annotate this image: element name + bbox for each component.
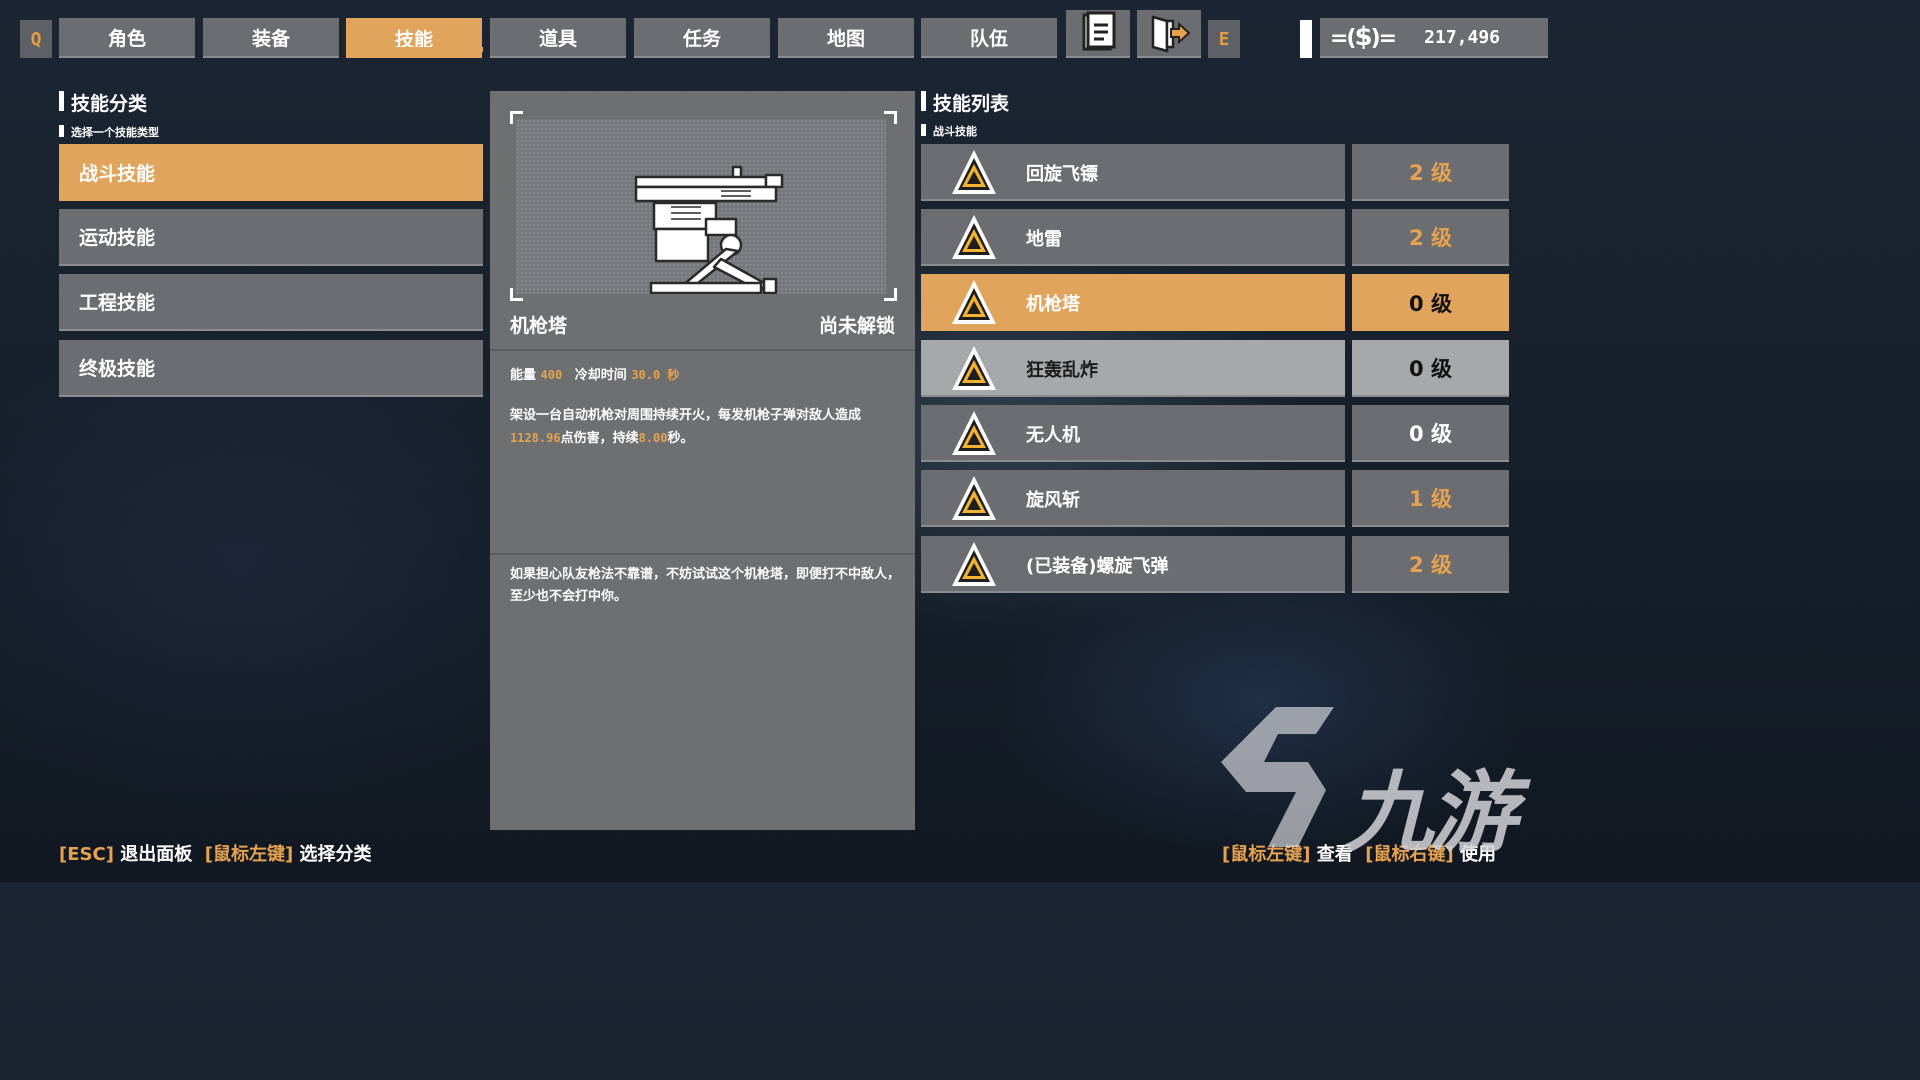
skill-triangle-icon bbox=[952, 476, 996, 520]
divider bbox=[490, 349, 915, 351]
desc-text: 架设一台自动机枪对周围持续开火，每发机枪子弹对敌人造成 bbox=[510, 408, 862, 423]
skill-name-label: 机枪塔 bbox=[1026, 293, 1080, 315]
tab-character[interactable]: 角色 bbox=[59, 18, 195, 58]
frame-corner bbox=[884, 288, 897, 301]
notes-button[interactable] bbox=[1066, 10, 1130, 58]
skill-row[interactable]: 地雷 bbox=[921, 209, 1345, 266]
skill-row[interactable]: 机枪塔 bbox=[921, 274, 1345, 331]
frame-corner bbox=[510, 111, 523, 124]
frame-corner bbox=[884, 111, 897, 124]
currency-display: =($)= 217,496 bbox=[1320, 18, 1548, 58]
skill-detail-panel: 机枪塔 尚未解锁 能量 400 冷却时间 30.0 秒 架设一台自动机枪对周围持… bbox=[490, 91, 915, 830]
skill-row[interactable]: 无人机 bbox=[921, 405, 1345, 462]
skill-name-label: (已装备)螺旋飞弹 bbox=[1026, 555, 1169, 577]
skill-level-badge[interactable]: 2 级 bbox=[1352, 144, 1509, 201]
skill-triangle-icon bbox=[952, 346, 996, 390]
categories-title: 技能分类 bbox=[59, 89, 147, 116]
skill-level-badge[interactable]: 0 级 bbox=[1352, 274, 1509, 331]
frame-corner bbox=[510, 288, 523, 301]
prev-tab-key[interactable]: Q bbox=[20, 20, 52, 58]
exit-button[interactable] bbox=[1137, 10, 1201, 58]
skill-name-label: 回旋飞镖 bbox=[1026, 163, 1098, 185]
categories-subtitle: 选择一个技能类型 bbox=[59, 124, 159, 140]
skill-name: 机枪塔 bbox=[510, 315, 568, 337]
currency-amount: 217,496 bbox=[1424, 26, 1500, 48]
skill-name-label: 无人机 bbox=[1026, 424, 1080, 446]
category-ultimate[interactable]: 终极技能 bbox=[59, 340, 483, 397]
top-navigation-bar: Q 角色 装备 技能 道具 任务 地图 队伍 E =($)= 217,496 bbox=[0, 10, 1568, 60]
tab-skills[interactable]: 技能 bbox=[346, 18, 482, 58]
skills-subtitle: 战斗技能 bbox=[921, 123, 977, 139]
skill-row[interactable]: 狂轰乱炸 bbox=[921, 340, 1345, 397]
skill-lock-status: 尚未解锁 bbox=[818, 315, 895, 337]
hint-key: [鼠标左键] bbox=[204, 844, 294, 865]
category-combat[interactable]: 战斗技能 bbox=[59, 144, 483, 201]
notes-icon bbox=[1082, 11, 1116, 51]
hint-action: 退出面板 bbox=[120, 844, 193, 865]
cooldown-label: 冷却时间 bbox=[574, 368, 627, 383]
category-engineering[interactable]: 工程技能 bbox=[59, 274, 483, 331]
jiuyou-logo-icon bbox=[1221, 707, 1334, 847]
skill-level-badge[interactable]: 2 级 bbox=[1352, 536, 1509, 593]
cooldown-value: 30.0 秒 bbox=[631, 368, 680, 382]
damage-value: 1128.96 bbox=[510, 431, 561, 445]
divider bbox=[490, 553, 915, 555]
skill-name-label: 狂轰乱炸 bbox=[1026, 359, 1098, 381]
currency-marker bbox=[1300, 20, 1312, 58]
tab-map[interactable]: 地图 bbox=[778, 18, 914, 58]
desc-text: 秒。 bbox=[667, 431, 694, 446]
watermark-text: 九游 bbox=[1345, 760, 1517, 864]
skill-flavor-text: 如果担心队友枪法不靠谱，不妨试试这个机枪塔，即便打不中敌人，至少也不会打中你。 bbox=[510, 567, 901, 604]
skill-description: 架设一台自动机枪对周围持续开火，每发机枪子弹对敌人造成 1128.96点伤害，持续… bbox=[510, 405, 900, 450]
skill-row[interactable]: 回旋飞镖 bbox=[921, 144, 1345, 201]
skill-row[interactable]: (已装备)螺旋飞弹 bbox=[921, 536, 1345, 593]
skill-triangle-icon bbox=[952, 150, 996, 194]
skill-level-badge[interactable]: 0 级 bbox=[1352, 340, 1509, 397]
active-tab-indicator bbox=[346, 47, 483, 52]
skill-level-badge[interactable]: 0 级 bbox=[1352, 405, 1509, 462]
skill-name-label: 地雷 bbox=[1026, 228, 1062, 250]
tab-equipment[interactable]: 装备 bbox=[203, 18, 339, 58]
duration-value: 8.00 bbox=[638, 431, 668, 445]
next-tab-key[interactable]: E bbox=[1208, 20, 1240, 58]
skill-name-label: 旋风斩 bbox=[1026, 489, 1080, 511]
tab-team[interactable]: 队伍 bbox=[921, 18, 1057, 58]
exit-door-icon bbox=[1151, 15, 1191, 53]
machine-gun-turret-icon bbox=[634, 165, 784, 294]
category-movement[interactable]: 运动技能 bbox=[59, 209, 483, 266]
hint-key: [ESC] bbox=[59, 844, 114, 865]
skill-row[interactable]: 旋风斩 bbox=[921, 470, 1345, 527]
energy-label: 能量 bbox=[510, 368, 537, 383]
skill-level-badge[interactable]: 2 级 bbox=[1352, 209, 1509, 266]
skill-triangle-icon bbox=[952, 280, 996, 324]
skill-level-badge[interactable]: 1 级 bbox=[1352, 470, 1509, 527]
desc-text: 点伤害，持续 bbox=[560, 431, 639, 446]
skill-stats: 能量 400 冷却时间 30.0 秒 bbox=[510, 364, 687, 383]
skill-triangle-icon bbox=[952, 542, 996, 586]
hint-action: 选择分类 bbox=[299, 844, 372, 865]
skill-preview bbox=[516, 119, 886, 294]
skill-triangle-icon bbox=[952, 215, 996, 259]
skill-triangle-icon bbox=[952, 411, 996, 455]
tab-items[interactable]: 道具 bbox=[490, 18, 626, 58]
footer-hints-left: [ESC] 退出面板 [鼠标左键] 选择分类 bbox=[59, 840, 372, 866]
currency-icon: =($)= bbox=[1330, 22, 1397, 52]
tab-quests[interactable]: 任务 bbox=[634, 18, 770, 58]
energy-value: 400 bbox=[540, 368, 563, 382]
skills-title: 技能列表 bbox=[921, 89, 1009, 116]
